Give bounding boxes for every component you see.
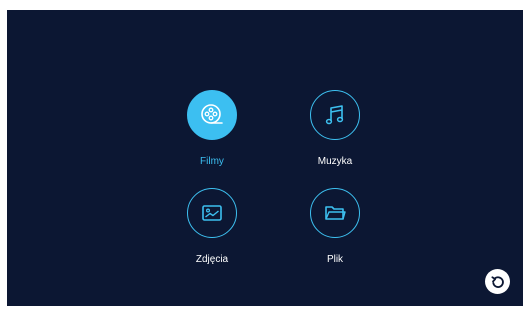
music-note-icon-circle bbox=[310, 90, 360, 140]
image-icon-circle bbox=[187, 188, 237, 238]
folder-icon-circle bbox=[310, 188, 360, 238]
menu-item-label: Filmy bbox=[200, 156, 224, 167]
media-menu-screen: Filmy Muzyka Zdjęcia Plik bbox=[7, 10, 523, 306]
menu-item-filmy[interactable]: Filmy bbox=[167, 90, 257, 170]
back-arrow-icon bbox=[491, 276, 504, 288]
menu-item-muzyka[interactable]: Muzyka bbox=[290, 90, 380, 170]
film-reel-icon-circle bbox=[187, 90, 237, 140]
menu-item-plik[interactable]: Plik bbox=[290, 188, 380, 268]
menu-item-zdjecia[interactable]: Zdjęcia bbox=[167, 188, 257, 268]
music-note-icon bbox=[325, 105, 344, 125]
back-button[interactable] bbox=[485, 269, 510, 294]
menu-item-label: Zdjęcia bbox=[195, 254, 229, 265]
menu-item-label: Muzyka bbox=[317, 156, 353, 167]
image-icon bbox=[202, 205, 222, 221]
film-reel-icon bbox=[201, 104, 223, 124]
folder-icon bbox=[325, 206, 346, 220]
menu-item-label: Plik bbox=[326, 254, 344, 265]
